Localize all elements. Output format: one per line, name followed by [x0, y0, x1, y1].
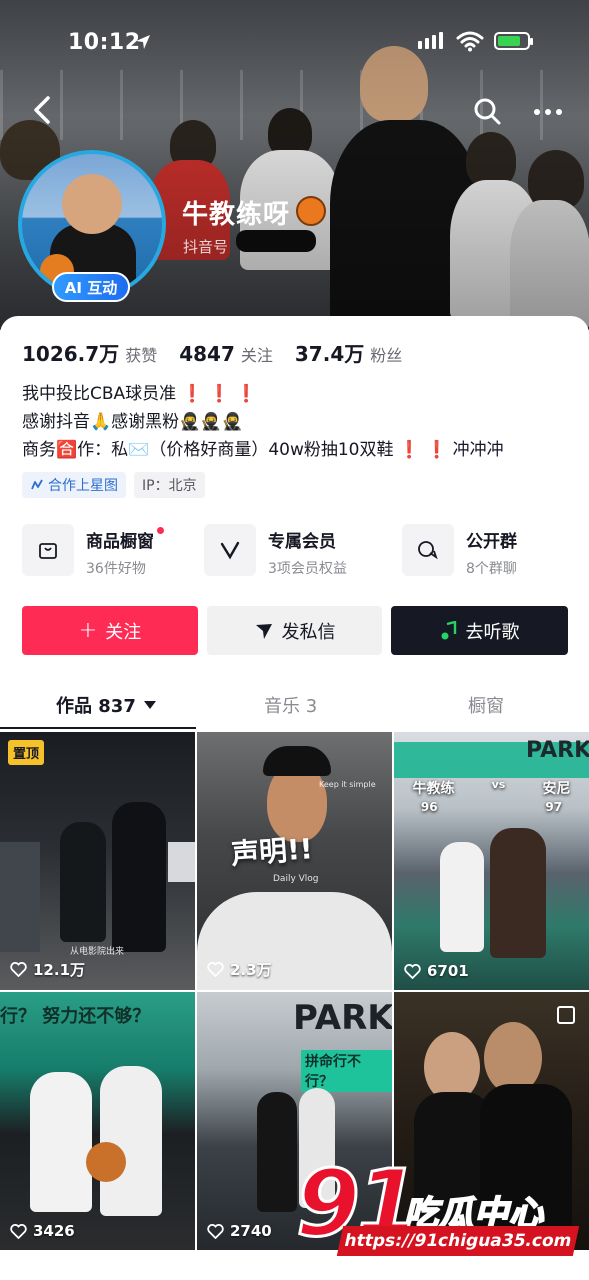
bio-line: 我中投比CBA球员准 ❗ ❗ ❗ — [22, 380, 504, 408]
bio-line: 感谢抖音🙏感谢黑粉🥷🥷🥷 — [22, 412, 243, 432]
back-arrow-icon[interactable] — [26, 92, 62, 128]
shopping-bag-icon — [22, 524, 74, 576]
matchup-names: 牛教练 vs 安尼 — [412, 778, 571, 797]
caret-down-icon — [143, 701, 156, 709]
bio-line: 商务🈴作：私✉️（价格好商量）40w粉抽10双鞋 ❗ ❗ 冲冲冲 — [22, 436, 504, 464]
tab-label: 作品 837 — [56, 696, 136, 717]
douyin-id-redaction — [236, 230, 316, 252]
wifi-icon — [456, 31, 484, 52]
feature-subtitle: 36件好物 — [86, 560, 146, 577]
follow-label: 关注 — [105, 621, 142, 643]
location-arrow-icon — [136, 35, 150, 49]
tag-label: IP：北京 — [142, 478, 197, 494]
exclamation-marks: ❗ ❗ ❗ — [181, 384, 257, 404]
video-overlay-sub: Daily Vlog — [273, 874, 319, 884]
feature-title: 公开群 — [466, 531, 517, 552]
stat-followers[interactable]: 37.4万 粉丝 — [295, 338, 402, 367]
douyin-id-label: 抖音号 — [183, 238, 229, 256]
stat-value: 37.4万 — [294, 342, 365, 366]
video-tile[interactable]: PARK 牛教练 vs 安尼 96 97 6701 — [394, 732, 589, 990]
video-likes: 12.1万 — [10, 959, 85, 980]
court-banner: 拼命行不行？ — [301, 1050, 392, 1092]
tab-music[interactable]: 音乐 3 — [264, 692, 317, 718]
search-icon[interactable] — [470, 94, 504, 128]
matchup-scores: 96 97 — [420, 800, 563, 814]
music-label: 去听歌 — [465, 621, 520, 643]
feature-shop-window[interactable]: 商品橱窗 36件好物 — [22, 524, 164, 580]
action-buttons: + 关注 发私信 去听歌 — [22, 606, 568, 656]
heart-icon — [10, 962, 27, 977]
video-likes: 3426 — [10, 1222, 75, 1240]
court-sign: PARK — [526, 738, 589, 763]
exclamation-marks: ❗ ❗ — [398, 440, 448, 460]
video-likes: 6701 — [404, 962, 469, 980]
stat-following[interactable]: 4847 关注 — [179, 342, 273, 366]
tab-works[interactable]: 作品 837 — [56, 692, 156, 718]
feature-title: 商品橱窗 — [86, 526, 164, 552]
send-message-button[interactable]: 发私信 — [207, 606, 382, 655]
stat-label: 粉丝 — [370, 346, 403, 365]
profile-name: 牛教练呀 — [182, 200, 291, 230]
video-overlay-text: Keep it simple — [319, 780, 376, 789]
more-options-icon[interactable] — [528, 100, 568, 124]
follow-button[interactable]: + 关注 — [22, 606, 198, 655]
court-sign: 行？ 努力还不够？ — [0, 1006, 151, 1027]
status-time: 10:12 — [68, 30, 141, 55]
stat-value: 1026.7万 — [22, 342, 120, 366]
content-tabs: 作品 837 音乐 3 橱窗 — [0, 682, 589, 732]
stat-likes[interactable]: 1026.7万 获赞 — [22, 338, 157, 367]
bio: 我中投比CBA球员准 ❗ ❗ ❗ 感谢抖音🙏感谢黑粉🥷🥷🥷 商务🈴作：私✉️（价… — [22, 380, 504, 464]
group-chat-icon — [402, 524, 454, 576]
video-tile[interactable]: Keep it simple 声明!! Daily Vlog 2.3万 — [197, 732, 392, 990]
tag-star-cooperation[interactable]: 合作上星图 — [22, 472, 126, 498]
star-map-icon — [31, 479, 43, 490]
music-note-icon — [441, 620, 456, 639]
video-tile[interactable]: 置顶 从电影院出来 12.1万 — [0, 732, 195, 990]
tag-label: 合作上星图 — [48, 478, 118, 494]
multi-image-icon — [557, 1006, 575, 1024]
active-tab-indicator — [0, 727, 196, 729]
notification-dot — [157, 526, 164, 534]
message-label: 发私信 — [281, 621, 336, 643]
heart-icon — [404, 963, 421, 979]
bio-text: 我中投比CBA球员准 — [22, 384, 177, 404]
video-caption: 声明!! — [230, 832, 314, 871]
feature-membership[interactable]: 专属会员 3项会员权益 — [204, 524, 347, 580]
heart-icon — [10, 1223, 27, 1239]
video-tile[interactable]: 行？ 努力还不够？ 3426 — [0, 992, 195, 1250]
stats-row: 1026.7万 获赞 4847 关注 37.4万 粉丝 — [22, 338, 424, 367]
stat-label: 关注 — [240, 346, 273, 365]
listen-music-button[interactable]: 去听歌 — [391, 606, 568, 655]
tab-shop-window[interactable]: 橱窗 — [468, 692, 504, 718]
basketball-emoji-icon — [296, 196, 326, 226]
ai-interaction-badge[interactable]: AI 互动 — [52, 272, 130, 302]
status-bar: 10:12 — [0, 22, 589, 62]
feature-public-group[interactable]: 公开群 8个群聊 — [402, 524, 517, 580]
feature-subtitle: 3项会员权益 — [268, 560, 347, 577]
feature-entries: 商品橱窗 36件好物 专属会员 3项会员权益 公开群 8个群聊 — [22, 524, 567, 582]
tag-ip-location: IP：北京 — [134, 472, 205, 498]
feature-subtitle: 8个群聊 — [466, 560, 517, 577]
feature-title: 专属会员 — [268, 531, 336, 552]
stat-label: 获赞 — [125, 346, 158, 365]
profile-banner: 10:12 AI 互动 牛教练呀 抖音号 — [0, 0, 589, 330]
video-likes: 2740 — [207, 1222, 272, 1240]
pinned-badge: 置顶 — [8, 740, 45, 765]
heart-icon — [207, 962, 224, 977]
cellular-signal-icon — [418, 32, 443, 49]
battery-icon — [494, 32, 533, 50]
heart-icon — [207, 1223, 224, 1239]
bio-text: 商务🈴作：私✉️（价格好商量）40w粉抽10双鞋 — [22, 440, 394, 460]
paper-plane-icon — [255, 623, 272, 639]
profile-tags: 合作上星图 IP：北京 — [22, 472, 205, 498]
video-likes: 2.3万 — [207, 959, 272, 980]
stat-value: 4847 — [179, 342, 235, 366]
vip-v-icon — [204, 524, 256, 576]
plus-icon: + — [78, 618, 98, 643]
court-sign: PARK — [293, 998, 392, 1038]
watermark-url: https://91chigua35.com — [336, 1226, 580, 1256]
bio-text: 冲冲冲 — [452, 440, 504, 460]
video-subtitle: 从电影院出来 — [70, 947, 125, 957]
